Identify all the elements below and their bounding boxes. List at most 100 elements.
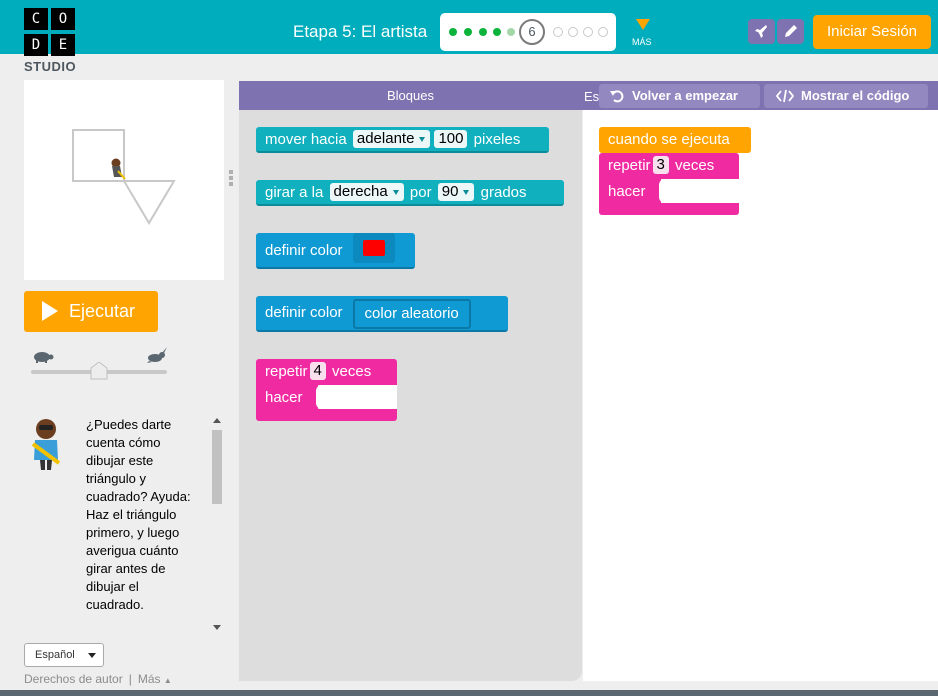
level-dot[interactable]	[479, 28, 487, 36]
reset-button[interactable]: Volver a empezar	[599, 84, 760, 108]
language-select[interactable]: Español	[24, 643, 104, 667]
copyright-link[interactable]: Derechos de autor	[24, 672, 123, 686]
repeat-slot	[316, 385, 397, 409]
code-icon	[776, 89, 794, 103]
instructions-line: dibujar este	[86, 453, 154, 468]
instructions-scrollbar[interactable]	[212, 430, 222, 504]
language-select-value: Español	[35, 649, 75, 661]
move-amount-field[interactable]: 100	[434, 130, 468, 148]
level-dot[interactable]	[553, 27, 563, 37]
dropdown-arrow-icon	[419, 137, 426, 142]
show-code-button[interactable]: Mostrar el código	[764, 84, 928, 108]
signin-button[interactable]: Iniciar Sesión	[813, 15, 931, 49]
logo-letter: C	[24, 8, 48, 30]
instructions-line: triángulo y	[86, 471, 146, 486]
level-dot[interactable]	[583, 27, 593, 37]
turn-by-label: por	[409, 184, 432, 201]
instructions-line: cuenta cómo	[86, 435, 161, 450]
when-run-block[interactable]: cuando se ejecuta	[599, 127, 751, 153]
workspace-repeat-unit-label: veces	[675, 157, 715, 174]
more-link[interactable]: Más	[138, 672, 161, 686]
instructions-line: cuadrado.	[86, 597, 144, 612]
repeat-label: repetir	[265, 363, 308, 380]
rabbit-icon	[147, 347, 167, 363]
artist-avatar	[31, 419, 61, 470]
logo-letter: D	[24, 34, 48, 56]
repeat-do-label: hacer	[256, 385, 318, 409]
top-header: C O D E Etapa 5: El artista 6 MÁS Inicia…	[0, 0, 938, 56]
move-unit-label: pixeles	[473, 131, 521, 148]
workspace-repeat-count-field[interactable]: 3	[652, 156, 669, 174]
instructions-line: averigua cuánto	[86, 543, 179, 558]
turtle-icon	[34, 352, 54, 363]
scroll-up-arrow-icon[interactable]	[213, 418, 221, 423]
pencil-icon	[785, 25, 797, 37]
reset-button-label: Volver a empezar	[632, 88, 738, 103]
instructions-line: primero, y luego	[86, 525, 180, 540]
more-arrow-icon[interactable]	[636, 19, 650, 30]
instructions-line: cuadrado? Ayuda:	[86, 489, 191, 504]
scroll-down-arrow-icon[interactable]	[213, 625, 221, 630]
speed-slider-handle[interactable]	[90, 362, 108, 380]
move-block[interactable]: mover hacia adelante 100 pixeles	[256, 127, 549, 153]
set-random-color-block[interactable]: definir color color aleatorio	[256, 296, 508, 332]
repeat-block[interactable]: repetir 4 veces hacer	[256, 359, 397, 421]
repeat-count-field[interactable]: 4	[309, 362, 326, 380]
pencil-button[interactable]	[777, 19, 804, 44]
level-dot[interactable]	[568, 27, 578, 37]
turn-block[interactable]: girar a la derecha por 90 grados	[256, 180, 564, 206]
level-dot[interactable]	[464, 28, 472, 36]
footer-separator: |	[128, 672, 132, 686]
turn-direction-value: derecha	[333, 183, 388, 200]
level-dot[interactable]	[598, 27, 608, 37]
show-code-button-label: Mostrar el código	[801, 88, 910, 103]
stage-title: Etapa 5: El artista	[293, 22, 428, 41]
level-progress: 6	[440, 13, 616, 51]
artist-character	[111, 158, 126, 180]
run-button-label: Ejecutar	[69, 301, 136, 321]
more-label[interactable]: MÁS	[632, 37, 652, 47]
repeat-block-header: repetir 4 veces	[256, 359, 397, 385]
chevron-down-icon	[88, 653, 96, 658]
color-swatch	[362, 240, 385, 256]
caret-up-icon: ▲	[163, 676, 172, 685]
turn-block-label: girar a la	[265, 184, 324, 201]
instructions-line: dibujar el	[86, 579, 139, 594]
move-direction-dropdown[interactable]: adelante	[352, 130, 431, 148]
set-color-block[interactable]: definir color	[256, 233, 415, 269]
random-color-block[interactable]: color aleatorio	[352, 299, 471, 329]
instructions-panel: ¿Puedes darte cuenta cómo dibujar este t…	[24, 406, 224, 638]
repeat-unit-label: veces	[332, 363, 372, 380]
level-dot[interactable]	[493, 28, 501, 36]
turn-unit-label: grados	[480, 184, 527, 201]
instructions-line: Haz el triángulo	[86, 507, 177, 522]
instructions-line: ¿Puedes darte	[86, 417, 172, 432]
play-icon	[42, 301, 58, 321]
current-level-bubble[interactable]: 6	[519, 19, 545, 45]
turn-amount-value: 90	[441, 183, 459, 200]
turn-amount-dropdown[interactable]: 90	[437, 183, 475, 201]
studio-label: STUDIO	[24, 59, 77, 74]
bottom-bar	[0, 690, 938, 696]
move-block-label: mover hacia	[265, 131, 347, 148]
rocket-icon	[755, 25, 767, 38]
footer-links: Derechos de autor | Más ▲	[24, 672, 172, 686]
level-dot[interactable]	[449, 28, 457, 36]
move-direction-value: adelante	[356, 130, 415, 147]
workspace[interactable]: cuando se ejecuta repetir 3 veces hacer	[583, 110, 938, 681]
color-picker[interactable]	[352, 233, 395, 263]
workspace-repeat-slot	[659, 179, 739, 203]
workspace-header: Es Volver a empezar Mostrar el código	[582, 81, 938, 110]
rocket-button[interactable]	[748, 19, 775, 44]
resize-handle[interactable]	[229, 170, 233, 188]
instructions-line: girar antes de	[86, 561, 166, 576]
workspace-repeat-header: repetir 3 veces	[599, 153, 739, 179]
toolbox: mover hacia adelante 100 pixeles girar a …	[239, 110, 582, 681]
turn-direction-dropdown[interactable]: derecha	[329, 183, 404, 201]
workspace-repeat-block[interactable]: repetir 3 veces hacer	[599, 153, 739, 215]
level-dot[interactable]	[507, 28, 515, 36]
run-button[interactable]: Ejecutar	[24, 291, 158, 332]
workspace-repeat-footer	[599, 203, 739, 215]
set-random-color-label: definir color	[265, 304, 343, 321]
instructions-text: ¿Puedes darte cuenta cómo dibujar este t…	[86, 416, 210, 614]
